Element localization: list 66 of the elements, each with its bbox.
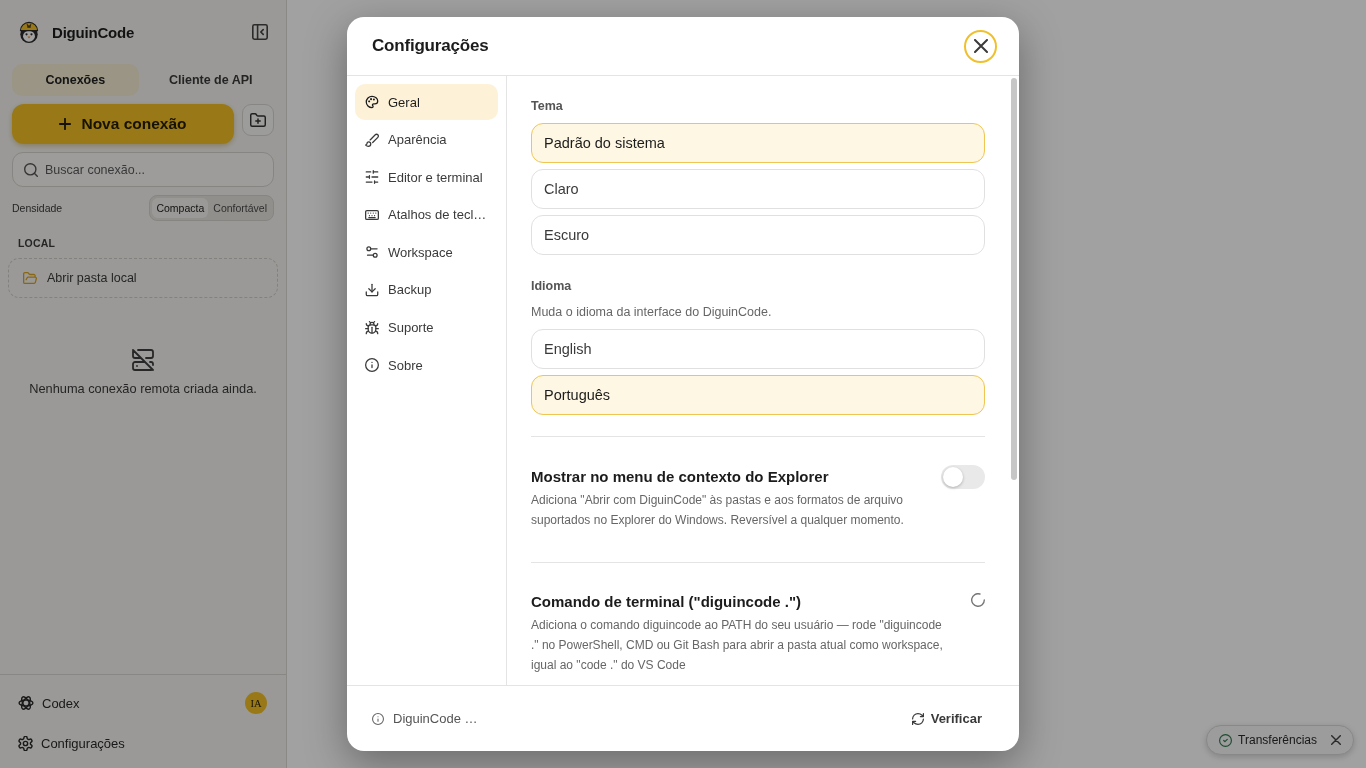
sidebar-item[interactable]: Configurações	[18, 735, 125, 751]
search-field[interactable]: Buscar conexão...	[12, 152, 274, 187]
setting-title: Mostrar no menu de contexto do Explorer	[531, 467, 830, 487]
close-button[interactable]	[1331, 735, 1341, 745]
sidebar-item[interactable]: Codex	[18, 695, 80, 711]
empty-state-text: Nenhuma conexão remota criada ainda.	[29, 381, 257, 396]
app-name: DiguinCode	[52, 23, 136, 41]
keyboard-icon	[365, 207, 379, 222]
close-icon	[1331, 735, 1341, 745]
server-off-icon	[132, 349, 154, 371]
toggle-switch[interactable]	[941, 465, 985, 489]
open-folder-item[interactable]: Abrir pasta local	[8, 258, 278, 298]
scrollbar-thumb[interactable]	[1011, 78, 1017, 480]
brush-icon	[365, 132, 379, 147]
section-description: Muda o idioma da interface do DiguinCode.	[531, 304, 773, 321]
refresh-icon	[911, 712, 924, 725]
nav-item[interactable]: Atalhos de tecl…	[355, 196, 498, 233]
option-button[interactable]: Padrão do sistema	[531, 123, 985, 163]
sliders-icon	[365, 170, 379, 185]
version-text: DiguinCode …	[393, 711, 478, 726]
panel-icon	[252, 24, 268, 40]
folder-icon	[23, 271, 37, 285]
nav-item[interactable]: Geral	[355, 84, 498, 120]
nav-item[interactable]: Aparência	[355, 121, 498, 158]
spinner-icon	[971, 593, 985, 607]
info-icon	[372, 712, 384, 725]
transfers-button[interactable]: Transferências	[1219, 733, 1317, 747]
new-folder-button[interactable]	[242, 104, 274, 136]
collapse-sidebar-button[interactable]	[252, 24, 268, 40]
check-circle-icon	[1219, 733, 1233, 747]
section-label: Tema	[531, 98, 564, 115]
section-label: Idioma	[531, 278, 573, 295]
option-button[interactable]: Claro	[531, 169, 985, 209]
section-heading: LOCAL	[18, 237, 57, 249]
penguin-icon	[18, 20, 40, 44]
nav-item[interactable]: Workspace	[355, 234, 498, 271]
label-badge: IA	[245, 692, 267, 714]
nav-item[interactable]: Backup	[355, 271, 498, 308]
nav-item[interactable]: Editor e terminal	[355, 159, 498, 196]
slider-knobs-icon	[365, 245, 379, 260]
new-connection-button[interactable]: Nova conexão	[12, 104, 234, 144]
setting-title: Comando de terminal ("diguincode .")	[531, 592, 803, 612]
option-button[interactable]: Escuro	[531, 215, 985, 255]
download-icon	[365, 282, 379, 297]
nav-item[interactable]: Sobre	[355, 347, 498, 384]
search-icon	[24, 163, 38, 177]
segment-option[interactable]: Compacta	[152, 198, 209, 218]
tab[interactable]: Conexões	[12, 64, 139, 96]
density-label: Densidade	[12, 202, 63, 214]
segment-option[interactable]: Confortável	[209, 198, 271, 218]
close-icon	[973, 39, 988, 53]
atom-icon	[18, 695, 34, 711]
setting-description: Adiciona o comando diguincode ao PATH do seu usuário — rode "diguincode ." no PowerShell, CMD ou Git Bash para abrir a pasta atual como workspace, igual ao "code ." do VS Code	[531, 617, 944, 674]
plus-icon	[59, 118, 72, 130]
tab[interactable]: Cliente de API	[147, 64, 274, 96]
folder-plus-icon	[250, 112, 266, 128]
nav-item[interactable]: Suporte	[355, 309, 498, 346]
dialog-title: Configurações	[372, 36, 489, 56]
bug-icon	[365, 320, 379, 335]
setting-description: Adiciona "Abrir com DiguinCode" às pastas e aos formatos de arquivo suportados no Explorer do Windows. Reversível a qualquer momento.	[531, 492, 905, 529]
option-button[interactable]: Português	[531, 375, 985, 415]
option-button[interactable]: English	[531, 329, 985, 369]
verify-button[interactable]: Verificar	[903, 705, 990, 732]
info-icon	[365, 358, 379, 373]
palette-icon	[365, 95, 379, 109]
settings-icon	[18, 735, 33, 751]
